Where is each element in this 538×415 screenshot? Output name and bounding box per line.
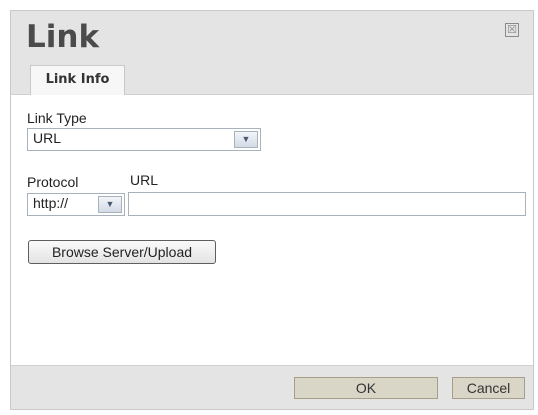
cancel-button[interactable]: Cancel [452, 377, 525, 399]
close-icon[interactable]: ☒ [505, 23, 519, 37]
protocol-label: Protocol [27, 174, 79, 190]
ok-button[interactable]: OK [294, 377, 438, 399]
protocol-value: http:// [33, 195, 69, 211]
link-type-label: Link Type [27, 110, 87, 126]
tab-link-info[interactable]: Link Info [30, 65, 125, 95]
chevron-down-icon[interactable]: ▼ [98, 196, 122, 213]
link-dialog: Link ☒ Link Info Link Type URL ▼ Protoco… [10, 10, 534, 410]
link-type-value: URL [33, 130, 62, 146]
dialog-header: Link ☒ Link Info [11, 11, 533, 95]
browse-server-upload-button[interactable]: Browse Server/Upload [28, 240, 216, 264]
protocol-select[interactable]: http:// ▼ [27, 193, 125, 216]
dialog-footer: OK Cancel [11, 365, 533, 409]
url-input[interactable] [128, 192, 526, 216]
url-label: URL [130, 172, 159, 188]
chevron-down-icon[interactable]: ▼ [234, 131, 258, 148]
dialog-title: Link [26, 19, 100, 55]
link-type-select[interactable]: URL ▼ [27, 128, 261, 151]
